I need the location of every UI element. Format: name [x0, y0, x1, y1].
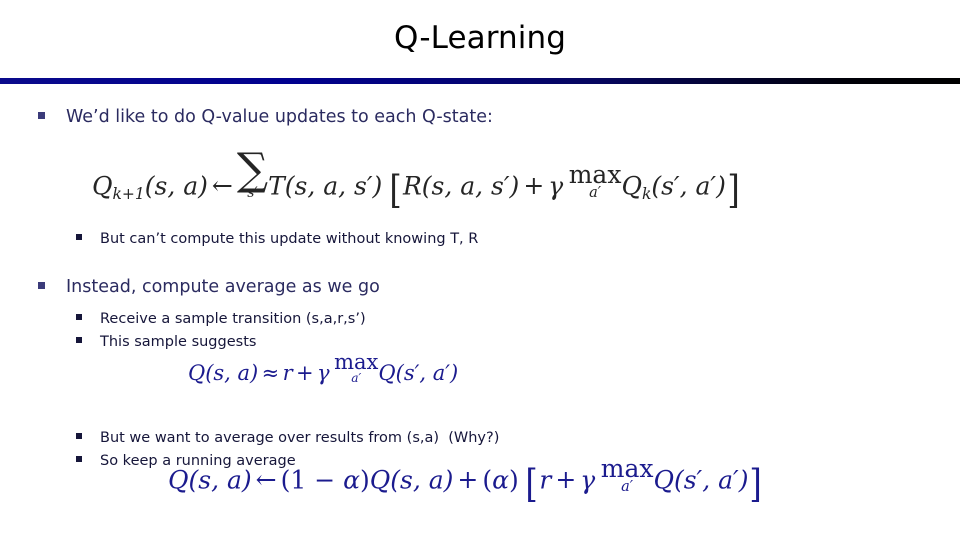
bullet-marker-square-icon [38, 274, 66, 289]
bullet-item-1: We’d like to do Q-value updates to each … [38, 104, 960, 130]
equation-2: Q(s, a) ≈ r + γ max a′ Q(s′, a′) [188, 350, 459, 386]
bullet-item-5: This sample suggests [76, 331, 960, 353]
page-title: Q-Learning [393, 20, 567, 56]
bullet-marker-square-icon [38, 104, 66, 119]
max-operator: max a′ [568, 160, 622, 202]
max-operator: max a′ [334, 350, 379, 386]
equation-1: Qk+1(s, a) ← ∑ s′ T(s, a, s′) [R(s, a, s′) + γ m… [92, 144, 740, 213]
bullet-item-2: But can’t compute this update without kn… [76, 228, 960, 250]
bullet-text: This sample suggests [100, 334, 257, 350]
summation-symbol: ∑ s′ [236, 144, 269, 202]
bullet-text: Receive a sample transition (s,a,r,s’) [100, 311, 366, 327]
slide: Q-Learning We’d like to do Q-value updat… [0, 0, 960, 540]
max-operator: max a′ [600, 454, 654, 496]
equation-3: Q(s, a) ← (1 − α)Q(s, a) + (α) [r + γ max a′ Q(s′,… [168, 454, 763, 507]
bullet-text: But we want to average over results from… [100, 430, 500, 446]
bullet-text: Instead, compute average as we go [66, 277, 380, 297]
bullet-marker-square-icon [76, 450, 100, 462]
bullet-item-6: But we want to average over results from… [76, 427, 960, 449]
title-area: Q-Learning [0, 18, 960, 58]
bullet-text: But can’t compute this update without kn… [100, 231, 479, 247]
title-divider-bar [0, 78, 960, 84]
bullet-text: We’d like to do Q-value updates to each … [66, 107, 493, 127]
bullet-marker-square-icon [76, 308, 100, 320]
bullet-marker-square-icon [76, 331, 100, 343]
bullet-marker-square-icon [76, 228, 100, 240]
bullet-marker-square-icon [76, 427, 100, 439]
bullet-item-3: Instead, compute average as we go [38, 274, 960, 300]
bullet-item-4: Receive a sample transition (s,a,r,s’) [76, 308, 960, 330]
slide-body: We’d like to do Q-value updates to each … [0, 104, 960, 540]
